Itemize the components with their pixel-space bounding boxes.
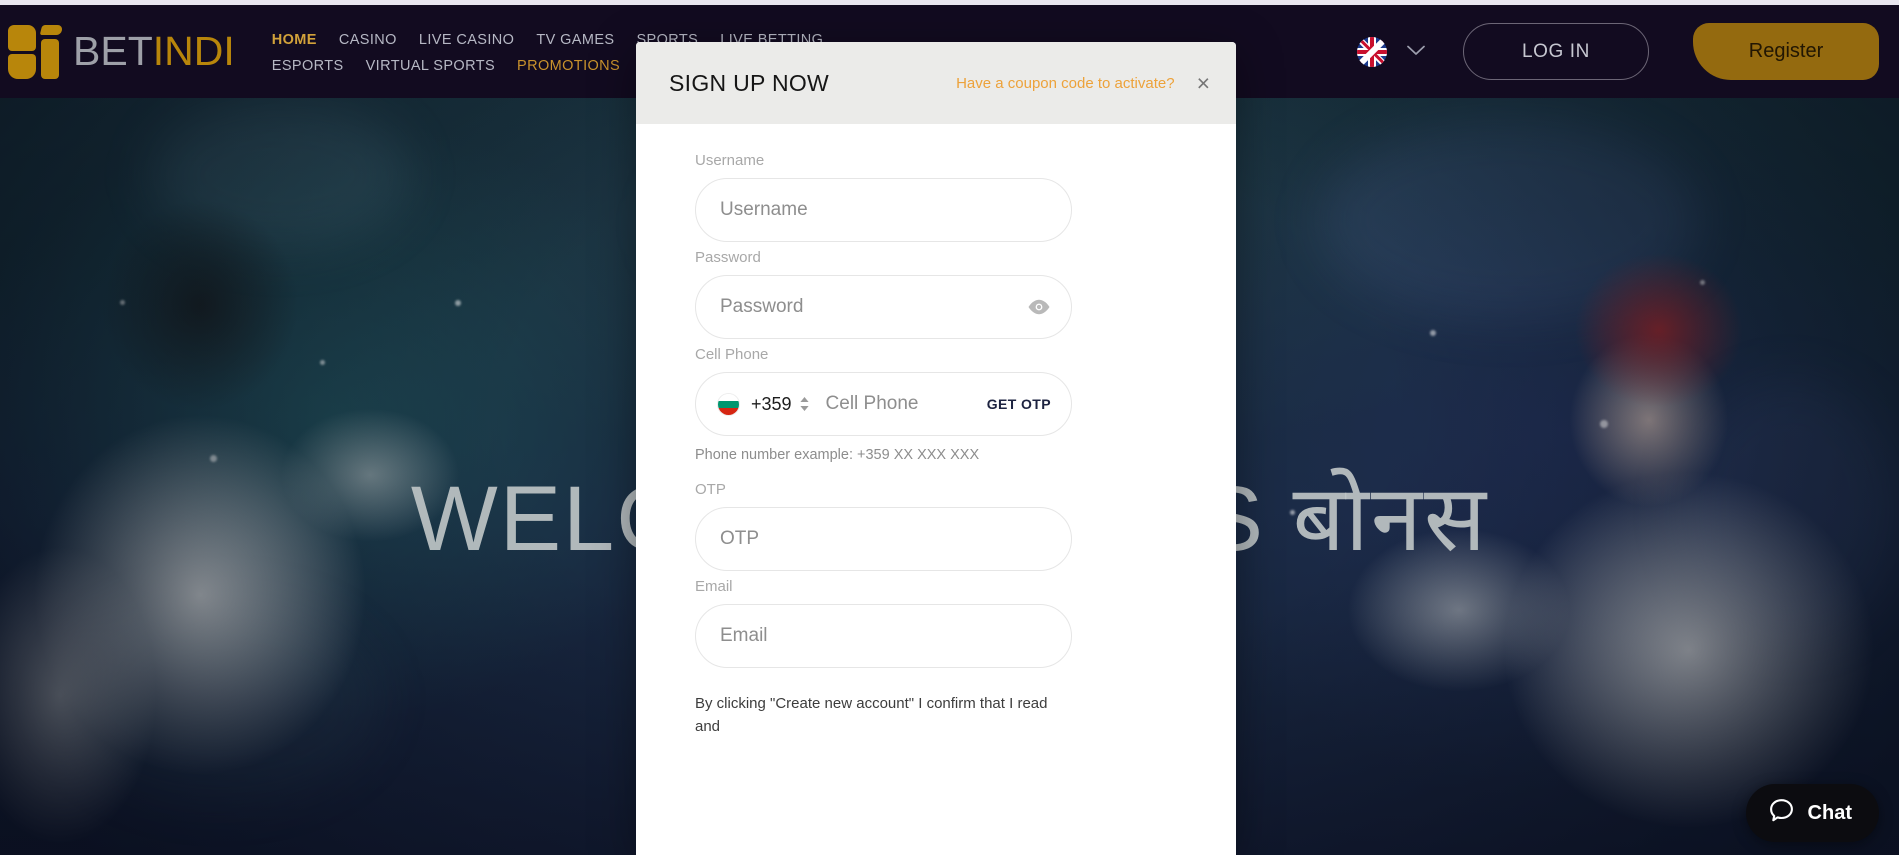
browser-top-strip bbox=[0, 0, 1899, 5]
page-root: WELCOME BONUS बोनस BETINDI HOME CASINO L… bbox=[0, 0, 1899, 855]
modal-title: SIGN UP NOW bbox=[669, 69, 830, 96]
speech-bubble-icon bbox=[1768, 797, 1795, 829]
eye-icon[interactable] bbox=[1026, 294, 1052, 320]
password-label: Password bbox=[695, 249, 761, 266]
cell-phone-input[interactable] bbox=[825, 393, 987, 415]
nav-item-live-casino[interactable]: LIVE CASINO bbox=[419, 29, 514, 51]
get-otp-button[interactable]: GET OTP bbox=[987, 396, 1051, 412]
nav-item-tv-games[interactable]: TV GAMES bbox=[536, 29, 614, 51]
otp-label: OTP bbox=[695, 481, 726, 498]
password-field-group: Password bbox=[695, 249, 1177, 339]
site-logo[interactable]: BETINDI bbox=[8, 24, 235, 79]
password-input[interactable] bbox=[695, 275, 1072, 339]
signup-modal: SIGN UP NOW Have a coupon code to activa… bbox=[636, 42, 1236, 855]
phone-format-hint: Phone number example: +359 XX XXX XXX bbox=[695, 447, 980, 463]
dial-code-stepper-icon[interactable] bbox=[799, 396, 810, 412]
otp-input[interactable] bbox=[695, 507, 1072, 571]
username-field-group: Username bbox=[695, 152, 1177, 242]
nav-item-virtual-sports[interactable]: VIRTUAL SPORTS bbox=[366, 55, 495, 77]
email-input[interactable] bbox=[695, 604, 1072, 668]
nav-item-home[interactable]: HOME bbox=[272, 29, 317, 51]
coupon-code-link[interactable]: Have a coupon code to activate? bbox=[956, 75, 1174, 92]
chat-label: Chat bbox=[1807, 801, 1852, 824]
uk-flag-icon[interactable] bbox=[1357, 36, 1387, 67]
logo-text-indi: INDI bbox=[152, 28, 235, 74]
cell-phone-label: Cell Phone bbox=[695, 346, 769, 363]
register-button[interactable]: Register bbox=[1693, 23, 1879, 80]
terms-text: By clicking "Create new account" I confi… bbox=[695, 695, 1048, 736]
modal-header: SIGN UP NOW Have a coupon code to activa… bbox=[636, 42, 1236, 124]
header-actions: LOG IN Register bbox=[1357, 23, 1899, 80]
chevron-down-icon[interactable] bbox=[1407, 44, 1425, 59]
bulgaria-flag-icon[interactable] bbox=[717, 392, 740, 416]
login-button[interactable]: LOG IN bbox=[1463, 23, 1649, 80]
logo-text-bet: BET bbox=[73, 28, 153, 74]
chat-widget-button[interactable]: Chat bbox=[1745, 784, 1879, 842]
logo-wordmark: BETINDI bbox=[73, 31, 235, 72]
modal-body: Username Password bbox=[636, 124, 1236, 739]
nav-item-esports[interactable]: ESPORTS bbox=[272, 55, 344, 77]
betindi-logo-icon bbox=[8, 24, 64, 79]
email-label: Email bbox=[695, 578, 733, 595]
close-icon[interactable]: × bbox=[1197, 71, 1210, 95]
email-field-group: Email bbox=[695, 578, 1177, 668]
otp-field-group: OTP bbox=[695, 481, 1177, 571]
nav-item-casino[interactable]: CASINO bbox=[339, 29, 397, 51]
dial-code-value[interactable]: +359 bbox=[751, 394, 792, 415]
phone-input-row: +359 GET OTP bbox=[695, 372, 1072, 436]
username-input[interactable] bbox=[695, 178, 1072, 242]
cell-phone-field-group: Cell Phone +359 GET OTP Phone bbox=[695, 346, 1177, 463]
username-label: Username bbox=[695, 152, 765, 169]
nav-item-promotions[interactable]: PROMOTIONS bbox=[517, 55, 620, 77]
